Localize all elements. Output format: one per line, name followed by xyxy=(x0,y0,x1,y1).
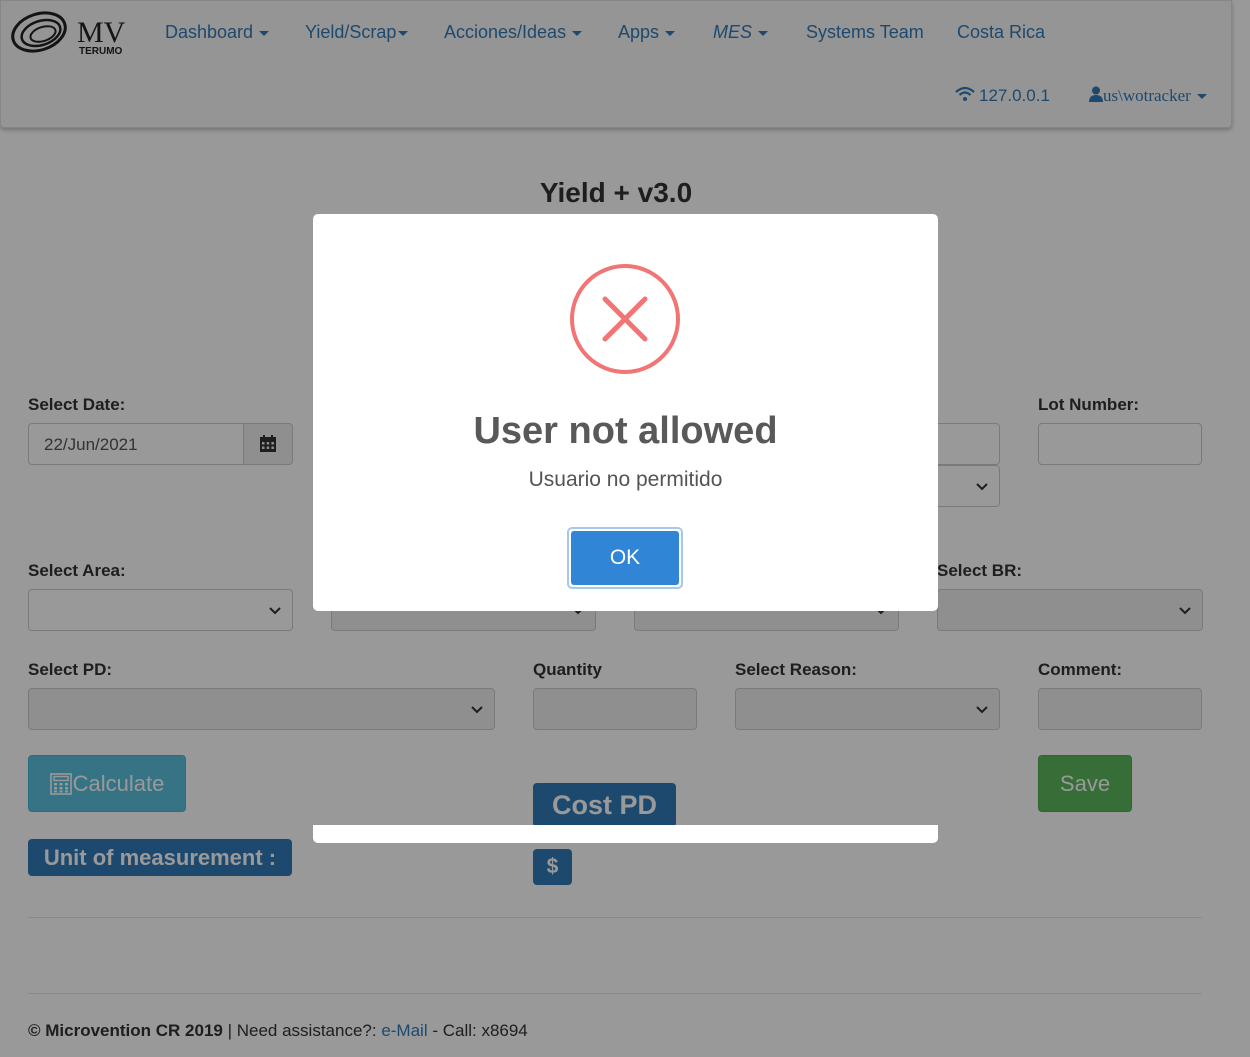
dialog-message: Usuario no permitido xyxy=(528,468,723,491)
error-dialog: User not allowed Usuario no permitido OK xyxy=(313,214,938,611)
ok-button[interactable]: OK xyxy=(567,527,683,589)
error-x-icon xyxy=(570,264,680,374)
dialog-bottom-edge xyxy=(313,825,938,843)
ok-button-label: OK xyxy=(571,531,679,585)
dialog-title: User not allowed xyxy=(473,410,778,452)
